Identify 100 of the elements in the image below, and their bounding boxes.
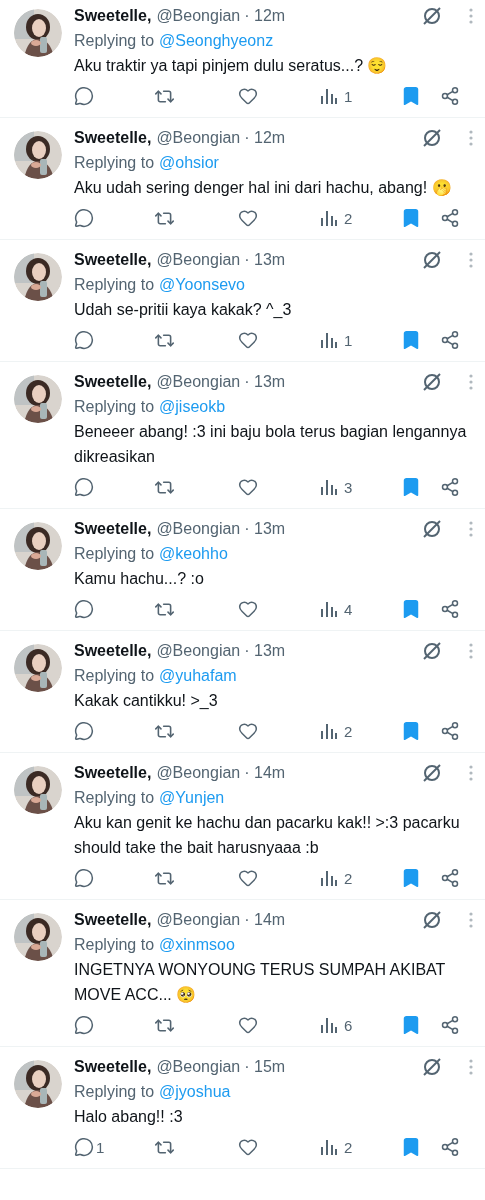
user-handle[interactable]: @Beongian <box>156 128 241 147</box>
views-icon[interactable] <box>320 722 338 740</box>
slashed-circle-icon[interactable] <box>421 639 443 662</box>
view-count: 1 <box>344 331 353 349</box>
post-time: · 13m <box>244 519 286 538</box>
reply-tweet[interactable]: Sweetelle, @Beongian · 12m Replying to @Seonghyeonz Aku traktir ya tapi pinjem dulu seratus...? 😌 1 <box>0 0 485 118</box>
reply-icon[interactable] <box>74 868 94 888</box>
reply-tweet[interactable]: Sweetelle, @Beongian · 13m Replying to @jiseokb Beneeer abang! :3 ini baju bola terus bagian lengannya dikreasikan 3 <box>0 362 485 509</box>
share-icon[interactable] <box>440 208 460 228</box>
slashed-circle-icon[interactable] <box>421 517 443 540</box>
reply-text: Aku udah sering denger hal ini dari hachu, abang! 🫢 <box>74 178 453 198</box>
display-name[interactable]: Sweetelle, <box>74 910 152 929</box>
post-time: · 13m <box>244 372 286 391</box>
reply-tweet[interactable]: Sweetelle, @Beongian · 14m Replying to @xinmsoo INGETNYA WONYOUNG TERUS SUMPAH AKIBAT MOVE ACC... 🥺 6 <box>0 900 485 1047</box>
user-handle[interactable]: @Beongian <box>156 372 241 391</box>
share-icon[interactable] <box>440 1015 460 1035</box>
display-name[interactable]: Sweetelle, <box>74 372 152 391</box>
post-time: · 12m <box>244 6 286 25</box>
view-count: 4 <box>344 600 353 618</box>
share-icon[interactable] <box>440 599 460 619</box>
reply-icon[interactable] <box>74 208 94 228</box>
like-icon[interactable] <box>238 721 258 741</box>
reply-icon[interactable] <box>74 86 94 106</box>
reply-text: Udah se-pritii kaya kakak? ^_3 <box>74 300 293 320</box>
reply-text: Kakak cantikku! >_3 <box>74 691 219 711</box>
replying-label: Replying to <box>74 275 155 295</box>
share-icon[interactable] <box>440 721 460 741</box>
reply-icon[interactable] <box>74 721 94 741</box>
reply-tweet[interactable]: Sweetelle, @Beongian · 14m Replying to @Yunjen Aku kan genit ke hachu dan pacarku kak!! >:3 pacarku should take the bait harusnyaaa :b 2 <box>0 753 485 900</box>
like-icon[interactable] <box>238 330 258 350</box>
reply-count: 1 <box>96 1138 105 1156</box>
reply-text: Halo abang!! :3 <box>74 1107 184 1127</box>
reply-text: INGETNYA WONYOUNG TERUS SUMPAH AKIBAT MOVE ACC... 🥺 <box>74 960 447 1005</box>
reply-tweet[interactable]: Sweetelle, @Beongian · 13m Replying to @yuhafam Kakak cantikku! >_3 2 <box>0 631 485 753</box>
view-count: 1 <box>344 87 353 105</box>
like-icon[interactable] <box>238 1137 258 1157</box>
reply-tweet[interactable]: Sweetelle, @Beongian · 12m Replying to @ohsior Aku udah sering denger hal ini dari hachu, abang! 🫢 2 <box>0 118 485 240</box>
post-time: · 13m <box>244 641 286 660</box>
view-count: 2 <box>344 1138 353 1156</box>
reply-tweet[interactable]: Sweetelle, @Beongian · 15m Replying to @jyoshua Halo abang!! :3 1 2 <box>0 1047 485 1169</box>
views-icon[interactable] <box>320 600 338 618</box>
display-name[interactable]: Sweetelle, <box>74 641 152 660</box>
view-count: 6 <box>344 1016 353 1034</box>
user-handle[interactable]: @Beongian <box>156 763 241 782</box>
reply-icon[interactable] <box>74 477 94 497</box>
user-handle[interactable]: @Beongian <box>156 250 241 269</box>
user-handle[interactable]: @Beongian <box>156 641 241 660</box>
like-icon[interactable] <box>238 868 258 888</box>
slashed-circle-icon[interactable] <box>421 370 443 393</box>
replying-label: Replying to <box>74 666 155 686</box>
reply-icon[interactable] <box>74 599 94 619</box>
replying-label: Replying to <box>74 935 155 955</box>
user-handle[interactable]: @Beongian <box>156 6 241 25</box>
slashed-circle-icon[interactable] <box>421 4 443 27</box>
slashed-circle-icon[interactable] <box>421 248 443 271</box>
like-icon[interactable] <box>238 1015 258 1035</box>
reply-icon[interactable] <box>74 1015 94 1035</box>
view-count: 2 <box>344 722 353 740</box>
view-count: 2 <box>344 869 353 887</box>
display-name[interactable]: Sweetelle, <box>74 519 152 538</box>
reply-icon[interactable] <box>74 1137 94 1157</box>
views-icon[interactable] <box>320 478 338 496</box>
share-icon[interactable] <box>440 86 460 106</box>
display-name[interactable]: Sweetelle, <box>74 6 152 25</box>
like-icon[interactable] <box>238 208 258 228</box>
replying-label: Replying to <box>74 544 155 564</box>
views-icon[interactable] <box>320 331 338 349</box>
view-count: 3 <box>344 478 353 496</box>
post-time: · 13m <box>244 250 286 269</box>
reply-text: Beneeer abang! :3 ini baju bola terus bagian lengannya dikreasikan <box>74 422 468 467</box>
share-icon[interactable] <box>440 1137 460 1157</box>
display-name[interactable]: Sweetelle, <box>74 250 152 269</box>
share-icon[interactable] <box>440 868 460 888</box>
reply-text: Aku traktir ya tapi pinjem dulu seratus...? 😌 <box>74 56 389 76</box>
replying-label: Replying to <box>74 153 155 173</box>
reply-tweet[interactable]: Sweetelle, @Beongian · 13m Replying to @keohho Kamu hachu...? :o 4 <box>0 509 485 631</box>
display-name[interactable]: Sweetelle, <box>74 128 152 147</box>
reply-tweet[interactable]: Sweetelle, @Beongian · 13m Replying to @Yoonsevo Udah se-pritii kaya kakak? ^_3 1 <box>0 240 485 362</box>
share-icon[interactable] <box>440 330 460 350</box>
like-icon[interactable] <box>238 599 258 619</box>
like-icon[interactable] <box>238 477 258 497</box>
views-icon[interactable] <box>320 869 338 887</box>
like-icon[interactable] <box>238 86 258 106</box>
slashed-circle-icon[interactable] <box>421 761 443 784</box>
user-handle[interactable]: @Beongian <box>156 519 241 538</box>
views-icon[interactable] <box>320 1016 338 1034</box>
slashed-circle-icon[interactable] <box>421 908 443 931</box>
views-icon[interactable] <box>320 209 338 227</box>
user-handle[interactable]: @Beongian <box>156 1057 241 1076</box>
slashed-circle-icon[interactable] <box>421 1055 443 1078</box>
display-name[interactable]: Sweetelle, <box>74 1057 152 1076</box>
user-handle[interactable]: @Beongian <box>156 910 241 929</box>
display-name[interactable]: Sweetelle, <box>74 763 152 782</box>
slashed-circle-icon[interactable] <box>421 126 443 149</box>
share-icon[interactable] <box>440 477 460 497</box>
views-icon[interactable] <box>320 1138 338 1156</box>
post-time: · 14m <box>244 763 286 782</box>
reply-icon[interactable] <box>74 330 94 350</box>
views-icon[interactable] <box>320 87 338 105</box>
reply-text: Aku kan genit ke hachu dan pacarku kak!! >:3 pacarku should take the bait harusnyaaa :b <box>74 813 461 858</box>
